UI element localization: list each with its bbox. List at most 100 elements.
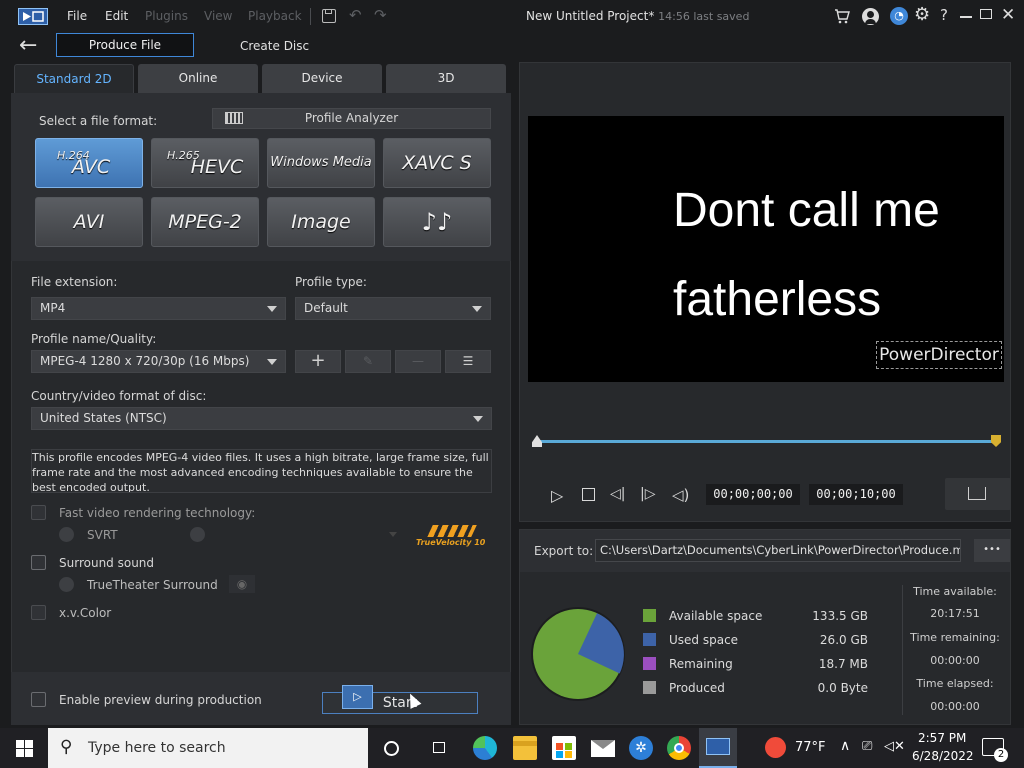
minimize-icon[interactable] [960,16,972,18]
stop-icon[interactable] [582,488,595,501]
profile-type-dropdown[interactable]: Default [295,297,491,320]
menu-playback[interactable]: Playback [248,9,302,23]
undock-preview-icon[interactable] [945,478,1011,510]
format-avi-button[interactable]: AVI [35,197,143,247]
save-icon[interactable] [322,9,336,23]
export-path-field[interactable]: C:\Users\Dartz\Documents\CyberLink\Power… [595,539,961,562]
volume-icon[interactable]: ◁) [672,486,689,504]
more-icon: ••• [983,544,1001,555]
add-profile-button[interactable]: + [295,350,341,373]
country-label: Country/video format of disc: [31,389,207,403]
xvcolor-checkbox[interactable] [31,605,46,620]
time-remaining-label: Time remaining: [910,631,1000,644]
time-elapsed-value: 00:00:00 [930,700,980,713]
network-icon[interactable]: ⎚ [862,739,872,754]
previous-frame-icon[interactable]: ◁| [610,486,625,502]
chevron-up-icon[interactable]: ∧ [840,738,850,754]
file-extension-dropdown[interactable]: MP4 [31,297,286,320]
menu-view[interactable]: View [204,9,232,23]
menu-separator [310,8,311,25]
country-dropdown[interactable]: United States (NTSC) [31,407,492,430]
preview-title-line1: Dont call me [673,184,940,237]
browse-button[interactable]: ••• [974,539,1010,562]
tab-label: Standard 2D [36,72,112,86]
notification-icon[interactable]: ◔ [890,7,908,25]
tab-device[interactable]: Device [262,64,382,94]
menu-plugins[interactable]: Plugins [145,9,188,23]
hardware-encoder-dropdown[interactable] [210,525,405,546]
format-xavc-s-button[interactable]: XAVC S [383,138,491,188]
app-network-icon[interactable]: ✲ [629,736,653,760]
menu-file[interactable]: File [67,9,87,23]
edge-browser-icon[interactable] [473,736,497,760]
minus-icon: — [412,354,424,368]
remove-profile-button[interactable]: — [395,350,441,373]
preview-timeline[interactable] [537,440,996,443]
account-icon[interactable] [862,8,879,25]
truetheater-radio[interactable] [59,577,74,592]
preview-title-line2: fatherless [673,273,882,326]
close-icon[interactable]: ✕ [1001,5,1015,25]
time-elapsed-label: Time elapsed: [916,677,994,690]
produce-file-tab[interactable]: Produce File [56,33,194,57]
taskbar-search-box[interactable]: ⚲ Type here to search [48,728,368,768]
hardware-encoder-radio[interactable] [190,527,205,542]
legend-used-value: 26.0 GB [819,633,868,647]
chevron-down-icon [472,306,482,312]
next-frame-icon[interactable]: |▷ [640,486,655,502]
powerdirector-taskbar-icon[interactable] [699,728,737,768]
profile-analyzer-label: Profile Analyzer [304,111,399,125]
tab-online[interactable]: Online [138,64,258,94]
weather-temp[interactable]: 77°F [795,740,826,755]
svrt-radio[interactable] [59,527,74,542]
truetheater-settings-icon[interactable]: ◉ [229,575,255,593]
redo-icon[interactable]: ↷ [374,6,387,24]
clock-date[interactable]: 6/28/2022 [912,749,974,763]
edit-profile-button[interactable]: ✎ [345,350,391,373]
windows-start-icon[interactable] [16,740,33,757]
weather-icon[interactable] [765,737,786,758]
current-timecode: 00;00;00;00 [706,484,800,505]
back-arrow-icon[interactable]: ← [19,33,37,58]
cart-icon[interactable] [834,8,850,24]
menu-edit[interactable]: Edit [105,9,128,23]
powerdirector-logo-icon[interactable] [18,8,48,25]
svrt-label: SVRT [87,528,118,542]
profile-details-button[interactable]: ☰ [445,350,491,373]
format-windows-media-button[interactable]: Windows Media [267,138,375,188]
profile-analyzer-button[interactable]: Profile Analyzer [212,108,491,129]
surround-sound-checkbox[interactable] [31,555,46,570]
volume-muted-icon[interactable]: ◁✕ [884,739,905,754]
legend-produced-value: 0.0 Byte [817,681,868,695]
microsoft-store-icon[interactable] [552,736,576,760]
undo-icon[interactable]: ↶ [349,6,362,24]
clock-time[interactable]: 2:57 PM [918,731,966,745]
watermark-text: PowerDirector [879,345,999,365]
help-icon[interactable]: ? [940,6,948,24]
chrome-icon[interactable] [667,736,691,760]
tab-3d[interactable]: 3D [386,64,506,94]
notification-count-badge: 2 [994,748,1008,762]
format-image-button[interactable]: Image [267,197,375,247]
cortana-icon[interactable] [384,741,399,756]
profile-name-dropdown[interactable]: MPEG-4 1280 x 720/30p (16 Mbps) [31,350,286,373]
enable-preview-checkbox[interactable] [31,692,46,707]
profile-name-label: Profile name/Quality: [31,332,157,346]
mail-icon[interactable] [591,740,615,757]
format-avc-button[interactable]: H.264 AVC [35,138,143,188]
chevron-down-icon [473,416,483,422]
settings-gear-icon[interactable]: ⚙ [914,4,930,25]
task-view-icon[interactable] [430,740,448,756]
restore-icon[interactable] [980,9,992,19]
legend-available-value: 133.5 GB [812,609,868,623]
tab-standard-2d[interactable]: Standard 2D [14,64,134,94]
file-explorer-icon[interactable] [513,736,537,760]
play-icon[interactable]: ▷ [551,486,563,505]
legend-remaining-swatch [643,657,656,670]
format-hevc-button[interactable]: H.265 HEVC [151,138,259,188]
enable-preview-label: Enable preview during production [59,693,262,707]
format-mpeg2-button[interactable]: MPEG-2 [151,197,259,247]
format-audio-button[interactable]: ♪♪ [383,197,491,247]
create-disc-tab[interactable]: Create Disc [240,39,309,53]
fast-render-checkbox[interactable] [31,505,46,520]
